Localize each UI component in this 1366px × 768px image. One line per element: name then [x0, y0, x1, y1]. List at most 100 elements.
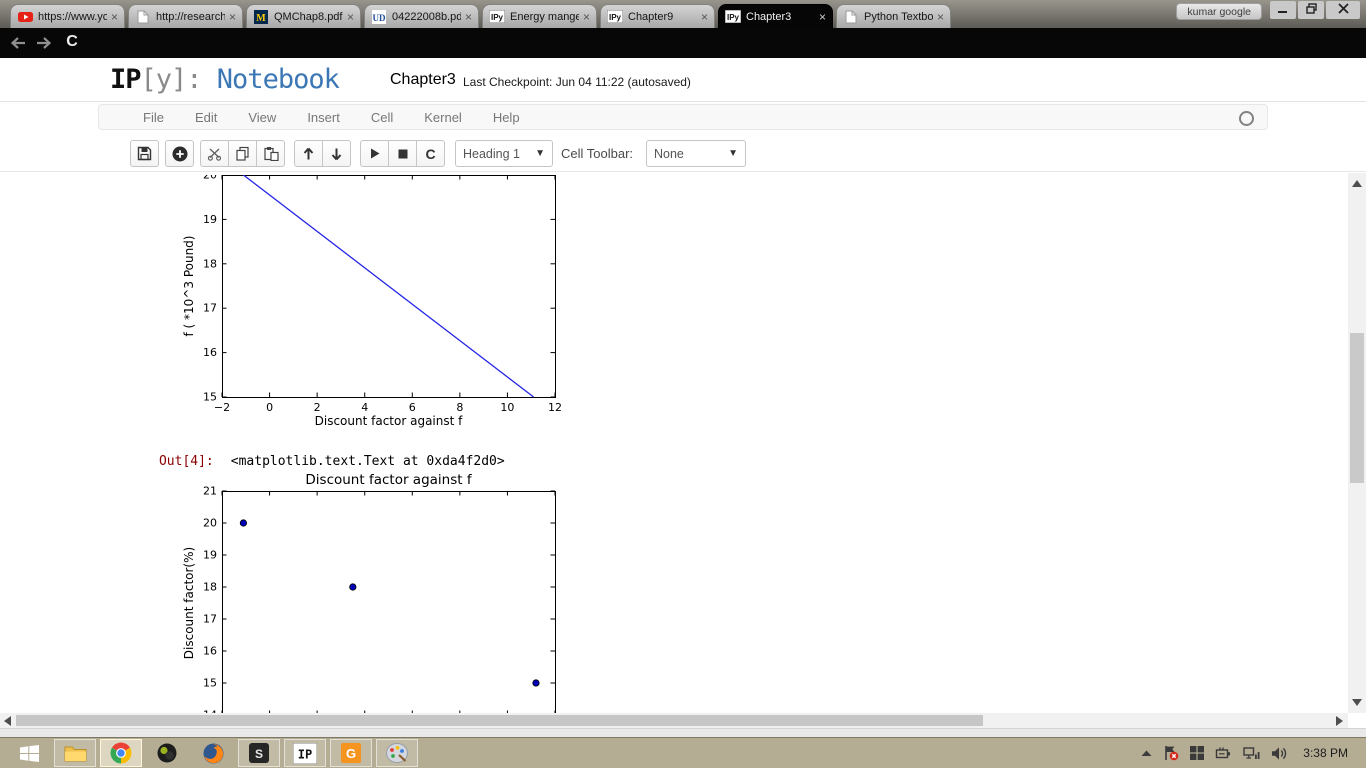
tab-close-icon[interactable]: × [465, 12, 472, 22]
notebook-title[interactable]: Chapter3 [390, 71, 456, 89]
add-cell-button[interactable] [165, 140, 194, 167]
taskbar-paint-app[interactable] [376, 739, 418, 767]
menu-view[interactable]: View [248, 110, 276, 125]
play-icon [369, 147, 381, 160]
svg-text:20: 20 [203, 175, 217, 182]
svg-text:6: 6 [409, 401, 416, 414]
tab-label: http://research. [156, 11, 225, 23]
tab-04222008b-pdf[interactable]: UD04222008b.pdf× [364, 4, 479, 28]
cut-cell-button[interactable] [200, 140, 229, 167]
menu-insert[interactable]: Insert [307, 110, 340, 125]
menu-edit[interactable]: Edit [195, 110, 217, 125]
action-center[interactable] [1163, 745, 1179, 761]
close-button[interactable] [1326, 1, 1360, 19]
menu-kernel[interactable]: Kernel [424, 110, 462, 125]
restart-kernel-button[interactable]: C [416, 140, 445, 167]
tray-volume[interactable] [1271, 746, 1288, 761]
minimize-icon [1278, 1, 1288, 19]
scroll-right-arrow[interactable] [1336, 716, 1343, 726]
horizontal-scroll-thumb[interactable] [16, 715, 983, 726]
tab-close-icon[interactable]: × [111, 12, 118, 22]
vertical-scrollbar[interactable] [1348, 173, 1366, 713]
copy-icon [235, 146, 250, 161]
tab-close-icon[interactable]: × [819, 12, 826, 22]
folder-icon [64, 744, 87, 762]
save-button[interactable] [130, 140, 159, 167]
windows-small-icon [1190, 746, 1204, 760]
vertical-scroll-thumb[interactable] [1350, 333, 1364, 483]
logo-y: [y]: [141, 64, 202, 95]
floppy-icon [137, 146, 152, 161]
ipython-app-icon: IP [293, 743, 317, 764]
taskbar-clock[interactable]: 3:38 PM [1303, 746, 1348, 760]
copy-cell-button[interactable] [228, 140, 257, 167]
svg-text:10: 10 [500, 401, 514, 414]
tab-chapter3[interactable]: IPyChapter3× [718, 4, 833, 28]
back-icon[interactable] [6, 31, 30, 55]
cell-type-select[interactable]: Heading 1 ▼ [455, 140, 553, 167]
interrupt-kernel-button[interactable] [388, 140, 417, 167]
ipython-logo[interactable]: IP[y]: Notebook [110, 64, 339, 95]
out-value: <matplotlib.text.Text at 0xda4f2d0> [231, 454, 505, 469]
svg-text:8: 8 [456, 401, 463, 414]
logo-notebook: Notebook [202, 64, 339, 95]
profile-badge[interactable]: kumar google [1176, 3, 1262, 20]
taskbar-chrome[interactable] [100, 739, 142, 767]
svg-text:15: 15 [203, 677, 217, 690]
horizontal-scrollbar[interactable] [0, 713, 1348, 728]
toolbar-group-3 [294, 140, 351, 167]
cell-toolbar-select[interactable]: None ▼ [646, 140, 746, 167]
run-cell-button[interactable] [360, 140, 389, 167]
svg-text:16: 16 [203, 645, 217, 658]
arrow-up-icon [302, 147, 315, 161]
tab-chapter9[interactable]: IPyChapter9× [600, 4, 715, 28]
tab-https-www-you[interactable]: https://www.you× [10, 4, 125, 28]
taskbar-file-explorer[interactable] [54, 739, 96, 767]
tray-battery[interactable] [1215, 746, 1232, 761]
tab-qmchap8-pdf[interactable]: MQMChap8.pdf× [246, 4, 361, 28]
start-button[interactable] [8, 739, 50, 767]
svg-text:18: 18 [203, 581, 217, 594]
scroll-down-arrow[interactable] [1352, 699, 1362, 706]
windows-taskbar: S IP G 3:38 PM [0, 737, 1366, 768]
taskbar-s-app[interactable]: S [238, 739, 280, 767]
svg-text:21: 21 [203, 485, 217, 498]
browser-nav-bar: C localhost:8888/notebooks/Energy%20mang… [0, 28, 1366, 58]
stop-icon [397, 148, 409, 160]
tray-windows[interactable] [1190, 746, 1204, 760]
tab-label: Energy mangem [510, 11, 579, 23]
menu-cell[interactable]: Cell [371, 110, 393, 125]
svg-text:IPy: IPy [609, 13, 622, 22]
move-cell-up-button[interactable] [294, 140, 323, 167]
tab-http-research-[interactable]: http://research. × [128, 4, 243, 28]
minimize-button[interactable] [1270, 1, 1296, 19]
paste-cell-button[interactable] [256, 140, 285, 167]
menu-file[interactable]: File [143, 110, 164, 125]
tab-close-icon[interactable]: × [701, 12, 708, 22]
forward-icon[interactable] [32, 31, 56, 55]
tray-icons [1141, 745, 1288, 761]
reload-icon[interactable]: C [60, 30, 84, 54]
move-cell-down-button[interactable] [322, 140, 351, 167]
notebook-toolbar: C Heading 1 ▼ Cell Toolbar: None ▼ [0, 133, 1366, 172]
toolbar-group-4: C [360, 140, 445, 167]
tab-python-textboo[interactable]: Python Textboo× [836, 4, 951, 28]
tab-close-icon[interactable]: × [937, 12, 944, 22]
tab-close-icon[interactable]: × [347, 12, 354, 22]
out-cell: Out[4]:<matplotlib.text.Text at 0xda4f2d… [112, 439, 505, 484]
taskbar-ipython[interactable]: IP [284, 739, 326, 767]
scroll-up-arrow[interactable] [1352, 180, 1362, 187]
chrome-icon [110, 742, 132, 764]
show-hidden-icons[interactable] [1141, 749, 1152, 757]
tab-close-icon[interactable]: × [229, 12, 236, 22]
taskbar-g-app[interactable]: G [330, 739, 372, 767]
menu-help[interactable]: Help [493, 110, 520, 125]
scroll-left-arrow[interactable] [4, 716, 11, 726]
restore-button[interactable] [1298, 1, 1324, 19]
speaker-icon [1271, 746, 1288, 761]
taskbar-firefox[interactable] [192, 739, 234, 767]
tab-energy-mangem[interactable]: IPyEnergy mangem× [482, 4, 597, 28]
tray-network[interactable] [1243, 746, 1260, 761]
tab-close-icon[interactable]: × [583, 12, 590, 22]
taskbar-dark-orb-app[interactable] [146, 739, 188, 767]
